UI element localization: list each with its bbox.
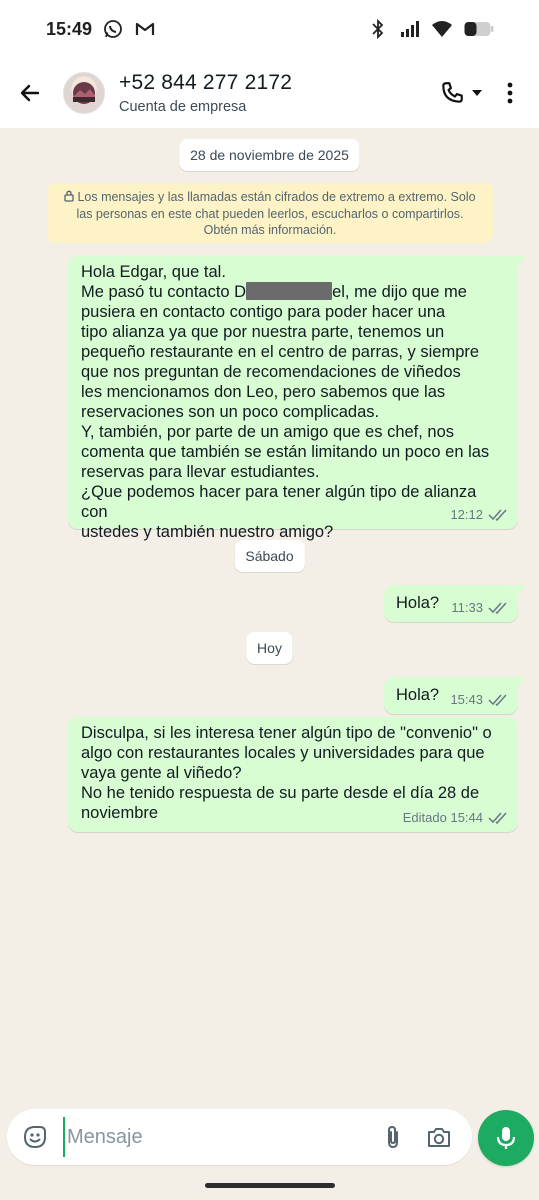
back-arrow-icon <box>20 84 40 102</box>
day-chip: Hoy <box>246 632 293 664</box>
more-vert-icon <box>507 82 513 104</box>
read-ticks-icon <box>488 811 507 824</box>
bubble-tail <box>514 256 526 270</box>
more-options-button[interactable] <box>495 73 525 113</box>
redacted-block <box>246 282 333 300</box>
message-bubble[interactable]: Hola? 15:43 <box>384 677 526 714</box>
whatsapp-icon <box>102 18 124 40</box>
status-bar: 15:49 <box>0 0 539 58</box>
bubble-tail <box>514 677 526 691</box>
composer <box>7 1109 472 1165</box>
chevron-down-icon <box>472 90 482 96</box>
message-meta: 11:33 <box>451 600 508 615</box>
message-text: Disculpa, si les interesa tener algún ti… <box>81 724 492 822</box>
back-button[interactable] <box>2 65 58 121</box>
mic-button[interactable] <box>478 1110 534 1166</box>
read-ticks-icon <box>488 601 507 614</box>
camera-icon <box>428 1128 450 1147</box>
read-ticks-icon <box>488 508 507 521</box>
status-left: 15:49 <box>46 18 156 40</box>
message-meta: Editado 15:44 <box>403 810 508 825</box>
bluetooth-icon <box>367 18 389 40</box>
sticker-icon <box>23 1126 46 1149</box>
call-button[interactable] <box>431 74 491 112</box>
contact-subtitle: Cuenta de empresa <box>119 99 247 115</box>
status-right <box>367 18 495 40</box>
gesture-nav-handle[interactable] <box>205 1183 335 1188</box>
message-time: Editado 15:44 <box>402 810 483 825</box>
message-bubble[interactable]: Hola Edgar, que tal. Me pasó tu contacto… <box>68 256 526 541</box>
wifi-icon <box>431 18 453 40</box>
message-time: 11:33 <box>451 600 483 615</box>
read-ticks-icon <box>488 693 507 706</box>
avatar[interactable] <box>63 72 105 114</box>
signal-icon <box>399 18 421 40</box>
status-time: 15:49 <box>46 18 93 39</box>
contact-name: +52 844 277 2172 <box>119 71 293 94</box>
avatar-landscape-icon <box>73 82 95 104</box>
message-meta: 15:43 <box>450 692 508 707</box>
attach-icon <box>388 1125 398 1149</box>
header-actions <box>431 73 525 113</box>
contact-info[interactable]: +52 844 277 2172 Cuenta de empresa <box>119 71 431 115</box>
lock-icon <box>64 190 75 202</box>
phone-icon <box>442 82 463 103</box>
message-bubble[interactable]: Hola? 11:33 <box>384 585 526 622</box>
mic-icon <box>496 1127 516 1149</box>
message-time: 15:43 <box>450 692 483 707</box>
camera-button[interactable] <box>416 1114 462 1160</box>
battery-icon <box>463 18 495 40</box>
day-chip: Sábado <box>234 540 305 572</box>
gmail-icon <box>134 18 156 40</box>
message-bubble[interactable]: Disculpa, si les interesa tener algún ti… <box>68 717 518 832</box>
sticker-button[interactable] <box>11 1113 59 1161</box>
encryption-notice-text: Los mensajes y las llamadas están cifrad… <box>76 190 476 237</box>
encryption-notice[interactable]: Los mensajes y las llamadas están cifrad… <box>47 183 493 243</box>
attach-button[interactable] <box>370 1114 416 1160</box>
message-time: 12:12 <box>450 507 483 522</box>
message-text: Hola Edgar, que tal. Me pasó tu contacto… <box>81 263 490 541</box>
message-meta: 12:12 <box>450 507 508 522</box>
message-input[interactable] <box>63 1117 370 1157</box>
bubble-tail <box>514 585 526 599</box>
date-chip: 28 de noviembre de 2025 <box>179 139 360 171</box>
chat-header: +52 844 277 2172 Cuenta de empresa <box>0 58 539 128</box>
